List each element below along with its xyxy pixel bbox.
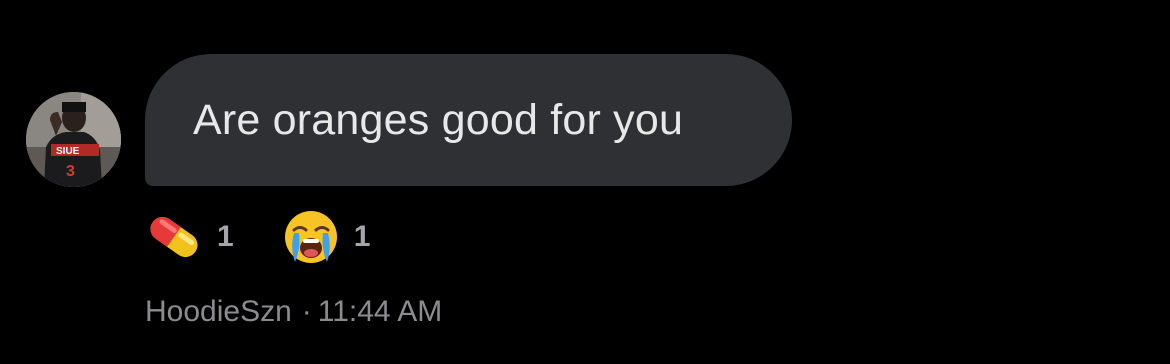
reaction-pill[interactable]: 1: [145, 208, 234, 266]
avatar-photo-icon: SIUE 3: [26, 92, 121, 187]
loudly-crying-face-icon: [284, 211, 337, 263]
message-meta: HoodieSzn · 11:44 AM: [145, 293, 442, 331]
message-row: SIUE 3 Are oranges good for you 1 1 Hood…: [0, 0, 1170, 364]
avatar[interactable]: SIUE 3: [26, 92, 121, 187]
sender-name[interactable]: HoodieSzn: [145, 295, 292, 328]
reactions-bar: 1 1: [145, 206, 418, 268]
reaction-crying-face[interactable]: 1: [282, 208, 371, 266]
pill-icon: [150, 216, 198, 258]
reaction-count: 1: [353, 220, 371, 253]
svg-text:3: 3: [66, 163, 75, 180]
message-timestamp: 11:44 AM: [317, 295, 443, 328]
message-bubble[interactable]: Are oranges good for you: [145, 54, 792, 186]
meta-separator: ·: [301, 295, 312, 328]
message-text: Are oranges good for you: [193, 96, 684, 144]
svg-text:SIUE: SIUE: [56, 146, 80, 157]
reaction-count: 1: [217, 220, 234, 253]
